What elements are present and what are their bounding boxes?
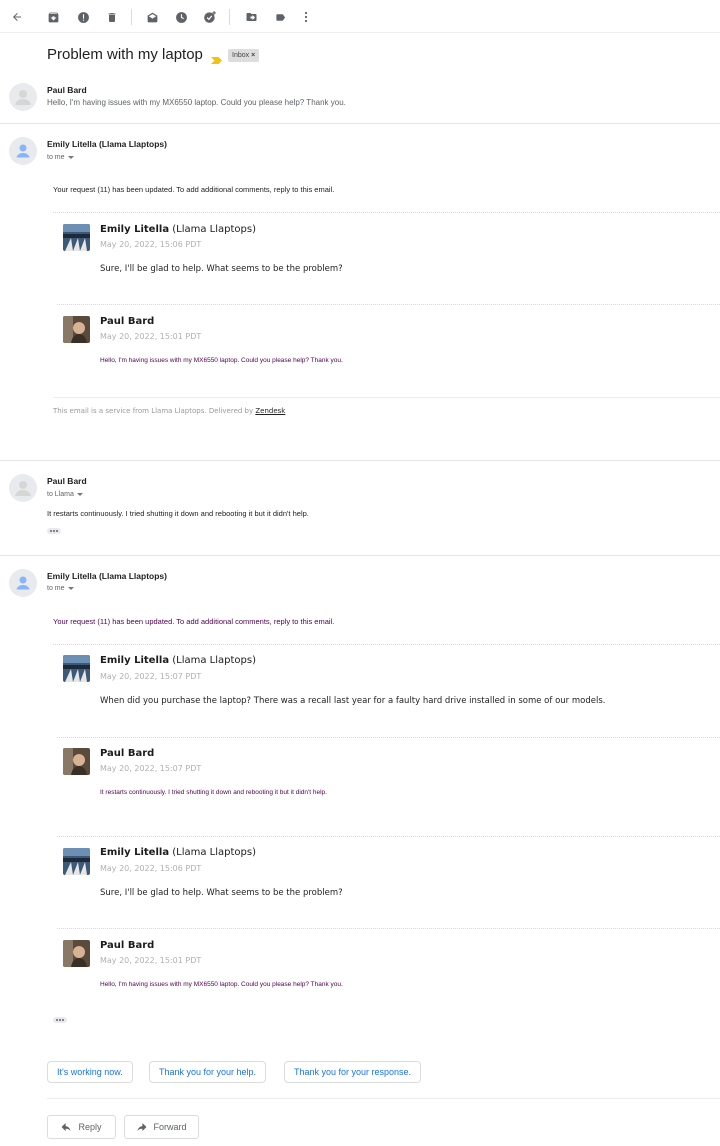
chevron-down-icon [76,492,83,496]
label-icon[interactable] [272,9,288,25]
quoted-date: May 20, 2022, 15:06 PDT [100,240,202,249]
service-footer: This email is a service from Llama Llapt… [53,407,285,415]
quoted-author-org: (Llama Llaptops) [169,655,257,666]
sender-name[interactable]: Paul Bard [47,85,87,95]
sender-name[interactable]: Emily Litella (Llama Llaptops) [47,139,167,149]
back-arrow-icon[interactable] [9,9,25,25]
divider [53,212,720,213]
quoted-message-text: Hello, I'm having issues with my MX6550 … [100,357,343,364]
move-to-icon[interactable] [243,9,259,25]
avatar [9,569,37,597]
agent-photo [63,655,90,682]
show-trimmed-content-button[interactable] [47,528,61,534]
recipients-dropdown[interactable]: to me [47,154,74,161]
quoted-message-text: Hello, I'm having issues with my MX6550 … [100,981,343,988]
sender-name[interactable]: Emily Litella (Llama Llaptops) [47,571,167,581]
important-marker-icon[interactable] [211,51,222,69]
report-spam-icon[interactable] [75,9,91,25]
message-intro: Your request (11) has been updated. To a… [53,617,335,626]
agent-photo [63,224,90,251]
divider [53,644,720,645]
reply-label: Reply [78,1122,102,1132]
reply-icon [62,1122,72,1131]
smart-reply-chip[interactable]: It's working now. [47,1061,133,1083]
recipients-text: to me [47,585,65,592]
divider [53,397,720,398]
divider [0,460,720,461]
recipients-text: to Llama [47,491,74,498]
avatar [9,83,37,111]
smart-reply-chip[interactable]: Thank you for your response. [284,1061,422,1083]
quoted-date: May 20, 2022, 15:06 PDT [100,864,202,873]
delete-icon[interactable] [104,9,120,25]
quoted-date: May 20, 2022, 15:07 PDT [100,672,202,681]
quoted-author-org: (Llama Llaptops) [169,847,257,858]
archive-icon[interactable] [45,9,61,25]
quoted-message-text: It restarts continuously. I tried shutti… [100,789,327,796]
message-snippet[interactable]: Hello, I'm having issues with my MX6550 … [47,98,346,107]
divider [0,123,720,124]
customer-photo [63,748,90,775]
divider [57,836,720,837]
quoted-author-name: Paul Bard [100,940,155,951]
toolbar-divider [229,9,230,25]
customer-photo [63,316,90,343]
quoted-author-org: (Llama Llaptops) [169,224,257,235]
quoted-author: Emily Litella (Llama Llaptops) [100,655,256,666]
quoted-author: Emily Litella (Llama Llaptops) [100,847,256,858]
divider [57,304,720,305]
avatar [9,137,37,165]
message-intro: Your request (11) has been updated. To a… [53,185,335,194]
message-body: It restarts continuously. I tried shutti… [47,509,309,518]
recipients-text: to me [47,154,65,161]
divider [47,1098,720,1099]
remove-label-icon[interactable]: × [251,52,255,59]
quoted-message-text: Sure, I'll be glad to help. What seems t… [100,888,343,898]
quoted-author-name: Emily Litella [100,655,170,666]
customer-photo [63,940,90,967]
smart-reply-chip[interactable]: Thank you for your help. [149,1061,267,1083]
quoted-author-name: Paul Bard [100,748,155,759]
recipients-dropdown[interactable]: to me [47,585,74,592]
forward-label: Forward [153,1122,187,1132]
quoted-author: Emily Litella (Llama Llaptops) [100,224,256,235]
add-task-icon[interactable] [202,9,218,25]
quoted-date: May 20, 2022, 15:01 PDT [100,956,202,965]
forward-button[interactable]: Forward [124,1115,199,1139]
toolbar [0,0,720,33]
footer-text: This email is a service from Llama Llapt… [53,407,256,415]
quoted-date: May 20, 2022, 15:01 PDT [100,332,202,341]
divider [57,737,720,738]
mark-unread-icon[interactable] [144,9,160,25]
snooze-icon[interactable] [173,9,189,25]
divider [0,555,720,556]
thread-subject: Problem with my laptop [47,46,203,63]
divider [57,928,720,929]
quoted-author-name: Paul Bard [100,316,155,327]
recipients-dropdown[interactable]: to Llama [47,491,83,498]
inbox-label-text: Inbox [232,52,250,59]
chevron-down-icon [67,586,74,590]
toolbar-divider [131,9,132,25]
reply-button[interactable]: Reply [47,1115,116,1139]
sender-name[interactable]: Paul Bard [47,476,87,486]
zendesk-link[interactable]: Zendesk [255,407,285,415]
agent-photo [63,848,90,875]
quoted-author-name: Emily Litella [100,224,170,235]
forward-icon [137,1122,147,1131]
quoted-date: May 20, 2022, 15:07 PDT [100,764,202,773]
inbox-label-chip[interactable]: Inbox × [228,49,260,62]
avatar [9,474,37,502]
quoted-author: Paul Bard [100,940,154,951]
quoted-message-text: Sure, I'll be glad to help. What seems t… [100,264,343,274]
chevron-down-icon [67,155,74,159]
quoted-author: Paul Bard [100,748,154,759]
more-vert-icon[interactable] [298,9,314,25]
quoted-author-name: Emily Litella [100,847,170,858]
show-trimmed-content-button[interactable] [53,1017,67,1023]
quoted-message-text: When did you purchase the laptop? There … [100,696,606,706]
quoted-author: Paul Bard [100,316,154,327]
